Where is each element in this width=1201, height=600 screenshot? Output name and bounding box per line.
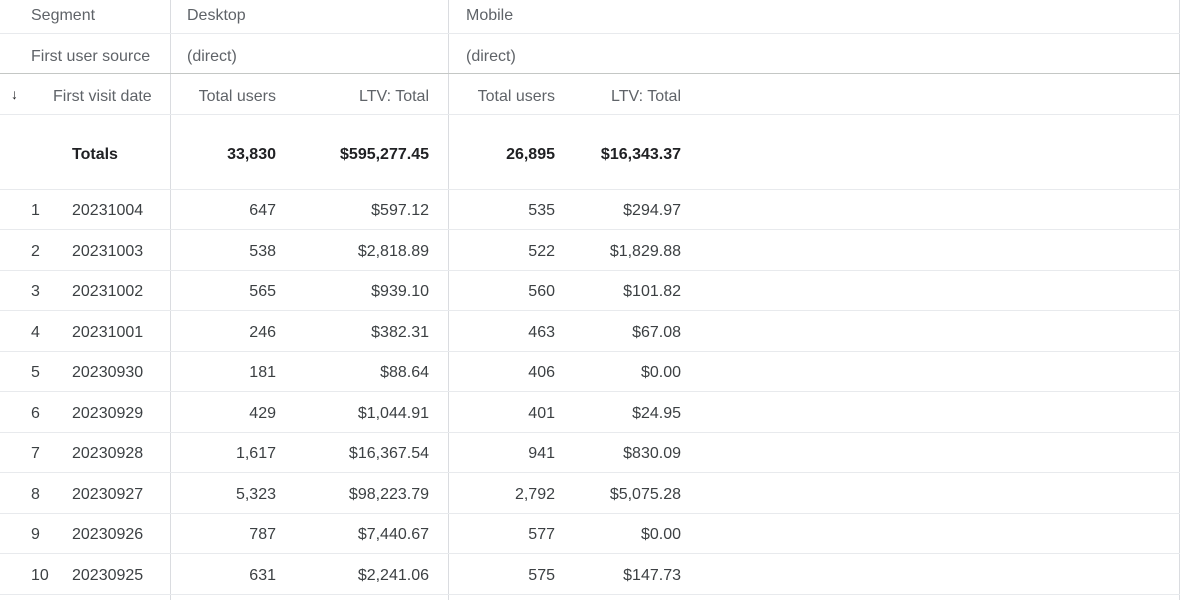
row-mobile-ltv: $5,075.28 <box>609 486 681 503</box>
source-label: First user source <box>31 48 151 65</box>
row-mobile-ltv: $24.95 <box>632 405 681 422</box>
row-divider <box>0 114 1180 115</box>
row-date[interactable]: 20231002 <box>72 282 143 302</box>
row-date[interactable]: 20230925 <box>72 566 143 586</box>
row-divider <box>0 432 1180 433</box>
row-divider <box>0 513 1180 514</box>
row-desktop-users: 1,617 <box>235 445 276 462</box>
row-mobile-users: 522 <box>528 243 555 260</box>
totals-mobile-users: 26,895 <box>506 146 555 163</box>
totals-desktop-ltv: $595,277.45 <box>340 146 429 163</box>
header-first-visit-date[interactable]: First visit date <box>53 87 152 107</box>
row-desktop-users: 787 <box>249 526 276 543</box>
row-date[interactable]: 20231001 <box>72 323 143 343</box>
row-divider <box>0 270 1180 271</box>
row-index: 9 <box>31 526 40 543</box>
row-desktop-users: 647 <box>249 202 276 219</box>
row-mobile-ltv: $0.00 <box>640 364 681 381</box>
segment-desktop[interactable]: Desktop <box>187 6 246 26</box>
row-index: 3 <box>31 283 40 300</box>
row-divider <box>0 391 1180 392</box>
row-mobile-users: 401 <box>528 405 555 422</box>
row-desktop-ltv: $7,440.67 <box>357 526 429 543</box>
row-desktop-users: 181 <box>249 364 276 381</box>
row-divider <box>0 229 1180 230</box>
row-mobile-ltv: $147.73 <box>623 567 681 584</box>
column-divider <box>170 0 171 600</box>
row-mobile-users: 535 <box>528 202 555 219</box>
row-desktop-ltv: $88.64 <box>380 364 429 381</box>
row-divider <box>0 33 1180 34</box>
totals-label: Totals <box>72 146 118 163</box>
row-divider <box>0 472 1180 473</box>
row-index: 1 <box>31 202 40 219</box>
row-index: 2 <box>31 243 40 260</box>
row-desktop-ltv: $939.10 <box>371 283 429 300</box>
row-divider <box>0 73 1180 74</box>
totals-desktop-users: 33,830 <box>227 146 276 163</box>
row-mobile-users: 560 <box>528 283 555 300</box>
row-mobile-users: 463 <box>528 324 555 341</box>
row-index: 8 <box>31 486 40 503</box>
row-index: 4 <box>31 324 40 341</box>
row-desktop-users: 429 <box>249 405 276 422</box>
header-desktop-ltv-total[interactable]: LTV: Total <box>359 87 429 107</box>
row-date[interactable]: 20230928 <box>72 444 143 464</box>
row-desktop-users: 5,323 <box>235 486 276 503</box>
row-divider <box>0 553 1180 554</box>
row-mobile-users: 575 <box>528 567 555 584</box>
row-date[interactable]: 20231003 <box>72 242 143 262</box>
row-desktop-users: 631 <box>249 567 276 584</box>
row-index: 5 <box>31 364 40 381</box>
row-divider <box>0 351 1180 352</box>
row-date[interactable]: 20230926 <box>72 525 143 545</box>
row-desktop-ltv: $16,367.54 <box>348 445 429 462</box>
row-date[interactable]: 20231004 <box>72 201 143 221</box>
row-mobile-ltv: $1,829.88 <box>609 243 681 260</box>
totals-mobile-ltv: $16,343.37 <box>600 146 681 163</box>
source-mobile[interactable]: (direct) <box>466 47 516 67</box>
row-divider <box>0 594 1180 595</box>
row-mobile-users: 2,792 <box>514 486 555 503</box>
row-mobile-users: 406 <box>528 364 555 381</box>
row-mobile-users: 577 <box>528 526 555 543</box>
row-mobile-ltv: $0.00 <box>640 526 681 543</box>
row-mobile-ltv: $830.09 <box>623 445 681 462</box>
row-desktop-ltv: $2,241.06 <box>357 567 429 584</box>
segment-label: Segment <box>31 7 96 24</box>
row-desktop-users: 538 <box>249 243 276 260</box>
row-desktop-ltv: $382.31 <box>371 324 429 341</box>
report-table: Segment Desktop Mobile First user source… <box>0 0 1180 600</box>
row-desktop-ltv: $2,818.89 <box>357 243 429 260</box>
row-mobile-ltv: $101.82 <box>623 283 681 300</box>
row-index: 10 <box>31 567 49 584</box>
header-mobile-ltv-total[interactable]: LTV: Total <box>611 87 681 107</box>
arrow-down-icon[interactable]: ↓ <box>11 85 27 103</box>
source-desktop[interactable]: (direct) <box>187 47 237 67</box>
row-date[interactable]: 20230927 <box>72 485 143 505</box>
row-desktop-users: 565 <box>249 283 276 300</box>
row-desktop-ltv: $597.12 <box>371 202 429 219</box>
header-mobile-total-users[interactable]: Total users <box>478 87 555 107</box>
row-divider <box>0 310 1180 311</box>
segment-mobile[interactable]: Mobile <box>466 6 513 26</box>
row-desktop-users: 246 <box>249 324 276 341</box>
row-date[interactable]: 20230929 <box>72 404 143 424</box>
row-index: 7 <box>31 445 40 462</box>
row-index: 6 <box>31 405 40 422</box>
row-desktop-ltv: $1,044.91 <box>357 405 429 422</box>
column-divider <box>448 0 449 600</box>
row-desktop-ltv: $98,223.79 <box>348 486 429 503</box>
header-desktop-total-users[interactable]: Total users <box>199 87 276 107</box>
row-mobile-ltv: $294.97 <box>623 202 681 219</box>
row-mobile-ltv: $67.08 <box>632 324 681 341</box>
row-date[interactable]: 20230930 <box>72 363 143 383</box>
row-divider <box>0 189 1180 190</box>
row-mobile-users: 941 <box>528 445 555 462</box>
